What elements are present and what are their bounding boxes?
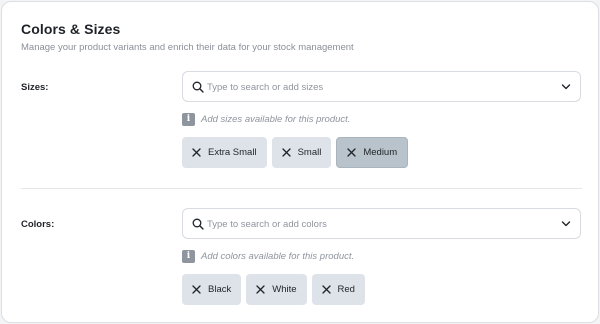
chip-label: Small [297, 147, 322, 158]
info-icon: i [182, 113, 195, 126]
size-chip-extra-small[interactable]: Extra Small [182, 137, 267, 168]
colors-hint-text: Add colors available for this product. [201, 251, 355, 262]
close-icon[interactable] [321, 285, 331, 294]
chip-label: Extra Small [208, 147, 257, 158]
chevron-down-icon[interactable] [561, 83, 571, 91]
size-chip-small[interactable]: Small [271, 137, 332, 168]
chip-label: White [272, 284, 297, 295]
sizes-label: Sizes: [21, 82, 49, 93]
color-chip-black[interactable]: Black [182, 274, 242, 305]
colors-sizes-card: Colors & Sizes Manage your product varia… [1, 1, 599, 323]
color-chip-white[interactable]: White [246, 274, 307, 305]
search-icon [192, 218, 204, 230]
sizes-chip-list: Extra Small Small Medium [182, 137, 409, 168]
size-chip-medium[interactable]: Medium [336, 137, 409, 168]
colors-label: Colors: [21, 219, 55, 230]
section-title: Colors & Sizes [21, 21, 121, 37]
chip-label: Black [208, 284, 232, 295]
colors-search-input[interactable]: Type to search or add colors [182, 208, 581, 239]
info-icon: i [182, 250, 195, 263]
chip-label: Red [337, 284, 355, 295]
search-icon [192, 81, 204, 93]
close-icon[interactable] [192, 148, 201, 157]
section-subtitle: Manage your product variants and enrich … [21, 42, 354, 53]
chip-label: Medium [363, 147, 398, 158]
close-icon[interactable] [281, 148, 291, 157]
sizes-input-placeholder: Type to search or add sizes [207, 82, 324, 93]
colors-chip-list: Black White Red [182, 274, 365, 305]
colors-input-placeholder: Type to search or add colors [207, 219, 327, 230]
color-chip-red[interactable]: Red [311, 274, 365, 305]
chevron-down-icon[interactable] [561, 220, 571, 228]
close-icon[interactable] [347, 148, 356, 157]
close-icon[interactable] [256, 285, 265, 294]
sizes-hint: i Add sizes available for this product. [182, 113, 482, 127]
close-icon[interactable] [192, 285, 201, 294]
sizes-search-input[interactable]: Type to search or add sizes [182, 71, 581, 102]
section-divider [21, 188, 582, 189]
colors-hint: i Add colors available for this product. [182, 250, 482, 264]
sizes-hint-text: Add sizes available for this product. [201, 114, 351, 125]
